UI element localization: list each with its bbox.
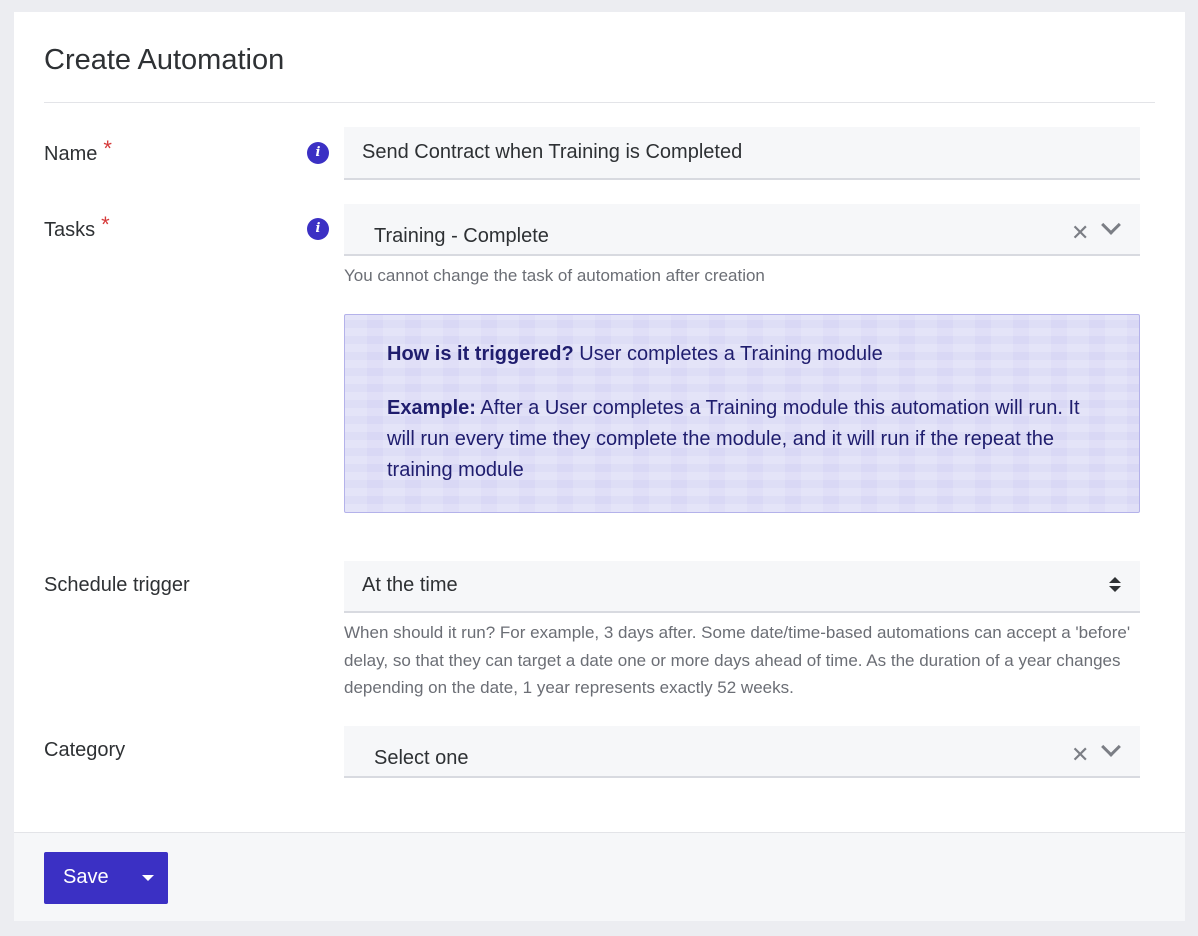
example-description: Example: After a User completes a Traini…: [387, 393, 1107, 486]
chevron-down-icon[interactable]: [1101, 737, 1121, 757]
info-icon[interactable]: i: [307, 218, 329, 240]
example-text: After a User completes a Training module…: [387, 397, 1080, 481]
name-input-value: Send Contract when Training is Completed: [362, 141, 743, 163]
caret-down-icon[interactable]: [142, 875, 154, 881]
trigger-description: How is it triggered? User completes a Tr…: [387, 339, 1107, 370]
close-icon[interactable]: ✕: [1071, 744, 1089, 766]
sort-up-icon: [1109, 577, 1121, 583]
name-required-mark: *: [103, 136, 112, 161]
tasks-select-value: Training - Complete: [374, 225, 549, 247]
sort-down-icon: [1109, 586, 1121, 592]
save-button[interactable]: Save: [44, 852, 168, 904]
close-icon[interactable]: ✕: [1071, 222, 1089, 244]
schedule-trigger-help-text: When should it run? For example, 3 days …: [344, 623, 1131, 697]
schedule-trigger-label: Schedule trigger: [44, 574, 190, 596]
chevron-down-icon[interactable]: [1101, 215, 1121, 235]
name-label-text: Name: [44, 143, 98, 165]
trigger-text: User completes a Training module: [573, 343, 883, 365]
category-select[interactable]: Select one ✕: [344, 726, 1140, 778]
tasks-label-text: Tasks: [44, 219, 96, 241]
tasks-help-text: You cannot change the task of automation…: [344, 266, 765, 285]
info-icon[interactable]: i: [307, 142, 329, 164]
tasks-label: Tasks *: [44, 212, 110, 242]
title-divider: [44, 102, 1155, 103]
tasks-required-mark: *: [101, 212, 110, 237]
category-select-value: Select one: [374, 747, 469, 769]
tasks-select[interactable]: Training - Complete ✕: [344, 204, 1140, 256]
name-label: Name *: [44, 136, 112, 166]
form-footer: Save: [14, 832, 1185, 921]
schedule-trigger-select[interactable]: At the time: [344, 561, 1140, 613]
example-heading: Example:: [387, 397, 476, 419]
category-label: Category: [44, 739, 126, 761]
create-automation-card: Create Automation Name * i Send Contract …: [14, 12, 1185, 921]
schedule-trigger-value: At the time: [362, 574, 458, 596]
trigger-info-callout: How is it triggered? User completes a Tr…: [344, 314, 1140, 513]
trigger-heading: How is it triggered?: [387, 343, 574, 365]
page-title: Create Automation: [44, 44, 285, 76]
save-button-label: Save: [63, 866, 109, 888]
name-input[interactable]: Send Contract when Training is Completed: [344, 127, 1140, 180]
